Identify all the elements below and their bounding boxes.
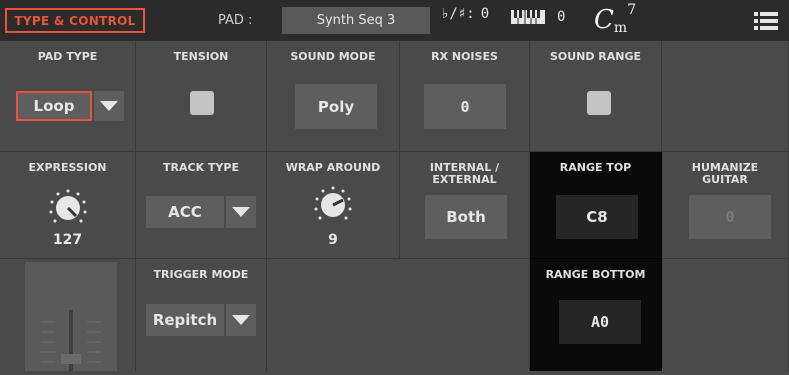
- transpose[interactable]: 0: [511, 9, 565, 25]
- menu-icon[interactable]: [754, 12, 778, 30]
- tension-cell: TENSION: [136, 41, 267, 152]
- humanize-guitar-field: 0: [689, 195, 771, 239]
- range-bottom-cell: RANGE BOTTOM A0: [530, 259, 662, 371]
- expression-value: 127: [52, 232, 83, 248]
- chevron-down-icon[interactable]: [94, 91, 124, 121]
- sound-mode-cell: SOUND MODE Poly: [267, 41, 400, 152]
- wrap-around-cell: WRAP AROUND 9: [267, 152, 400, 259]
- chevron-down-icon[interactable]: [226, 196, 256, 228]
- humanize-guitar-label: HUMANIZE GUITAR: [691, 161, 759, 186]
- empty-cell: [662, 259, 789, 371]
- tension-checkbox[interactable]: [190, 91, 214, 115]
- range-bottom-field[interactable]: A0: [559, 300, 641, 344]
- wrap-around-value: 9: [328, 232, 338, 248]
- key-signature[interactable]: ♭/♯: 0: [441, 6, 489, 22]
- trigger-mode-value[interactable]: Repitch: [146, 304, 224, 336]
- range-top-label: RANGE TOP: [559, 161, 632, 174]
- rx-noises-field[interactable]: 0: [424, 84, 506, 129]
- wrap-around-label: WRAP AROUND: [285, 161, 381, 174]
- internal-external-cell: INTERNAL / EXTERNAL Both: [400, 152, 530, 259]
- fader-track: [41, 310, 101, 371]
- internal-external-button[interactable]: Both: [425, 195, 507, 239]
- track-type-cell: TRACK TYPE ACC: [136, 152, 267, 259]
- wrap-around-knob[interactable]: [313, 185, 353, 225]
- sound-range-label: SOUND RANGE: [549, 50, 642, 63]
- range-bottom-label: RANGE BOTTOM: [545, 268, 646, 281]
- pad-type-value[interactable]: Loop: [16, 91, 92, 121]
- pad-type-dropdown[interactable]: Loop: [16, 91, 124, 121]
- trigger-mode-dropdown[interactable]: Repitch: [146, 304, 256, 336]
- track-type-value[interactable]: ACC: [146, 196, 224, 228]
- track-type-dropdown[interactable]: ACC: [146, 196, 256, 228]
- chord-display: Cm 7: [594, 2, 636, 36]
- fader[interactable]: [25, 262, 117, 371]
- expression-label: EXPRESSION: [28, 161, 107, 174]
- transpose-value: 0: [557, 9, 566, 25]
- rx-noises-cell: RX NOISES 0: [400, 41, 530, 152]
- chord-root: C: [594, 5, 614, 35]
- top-bar: TYPE & CONTROL PAD : Synth Seq 3 ♭/♯: 0 …: [0, 0, 789, 41]
- tension-label: TENSION: [173, 50, 229, 63]
- page-title[interactable]: TYPE & CONTROL: [5, 8, 145, 33]
- sound-range-cell: SOUND RANGE: [530, 41, 662, 152]
- range-top-cell: RANGE TOP C8: [530, 152, 662, 259]
- sound-range-checkbox[interactable]: [587, 91, 611, 115]
- key-signature-label: ♭/♯:: [441, 6, 475, 22]
- rx-noises-label: RX NOISES: [431, 50, 498, 63]
- chord-quality: m: [613, 20, 628, 36]
- chevron-down-icon[interactable]: [226, 304, 256, 336]
- pad-type-label: PAD TYPE: [37, 50, 98, 63]
- trigger-mode-label: TRIGGER MODE: [153, 268, 249, 281]
- empty-cell: [662, 41, 789, 152]
- expression-cell: EXPRESSION 127: [0, 152, 136, 259]
- track-type-label: TRACK TYPE: [163, 161, 239, 174]
- pad-type-cell: PAD TYPE Loop: [0, 41, 136, 152]
- keyboard-icon: [511, 10, 545, 24]
- sound-mode-label: SOUND MODE: [290, 50, 376, 63]
- key-signature-value: 0: [480, 6, 490, 22]
- empty-area: [267, 259, 530, 371]
- chord-extension: 7: [627, 2, 637, 18]
- pad-label: PAD :: [218, 13, 253, 28]
- humanize-guitar-cell: HUMANIZE GUITAR 0: [662, 152, 789, 259]
- pad-selector[interactable]: Synth Seq 3: [282, 7, 430, 34]
- internal-external-label: INTERNAL / EXTERNAL: [429, 161, 500, 186]
- expression-knob[interactable]: [48, 188, 88, 228]
- sound-mode-button[interactable]: Poly: [295, 84, 377, 129]
- trigger-mode-cell: TRIGGER MODE Repitch: [136, 259, 267, 371]
- range-top-field[interactable]: C8: [556, 195, 638, 239]
